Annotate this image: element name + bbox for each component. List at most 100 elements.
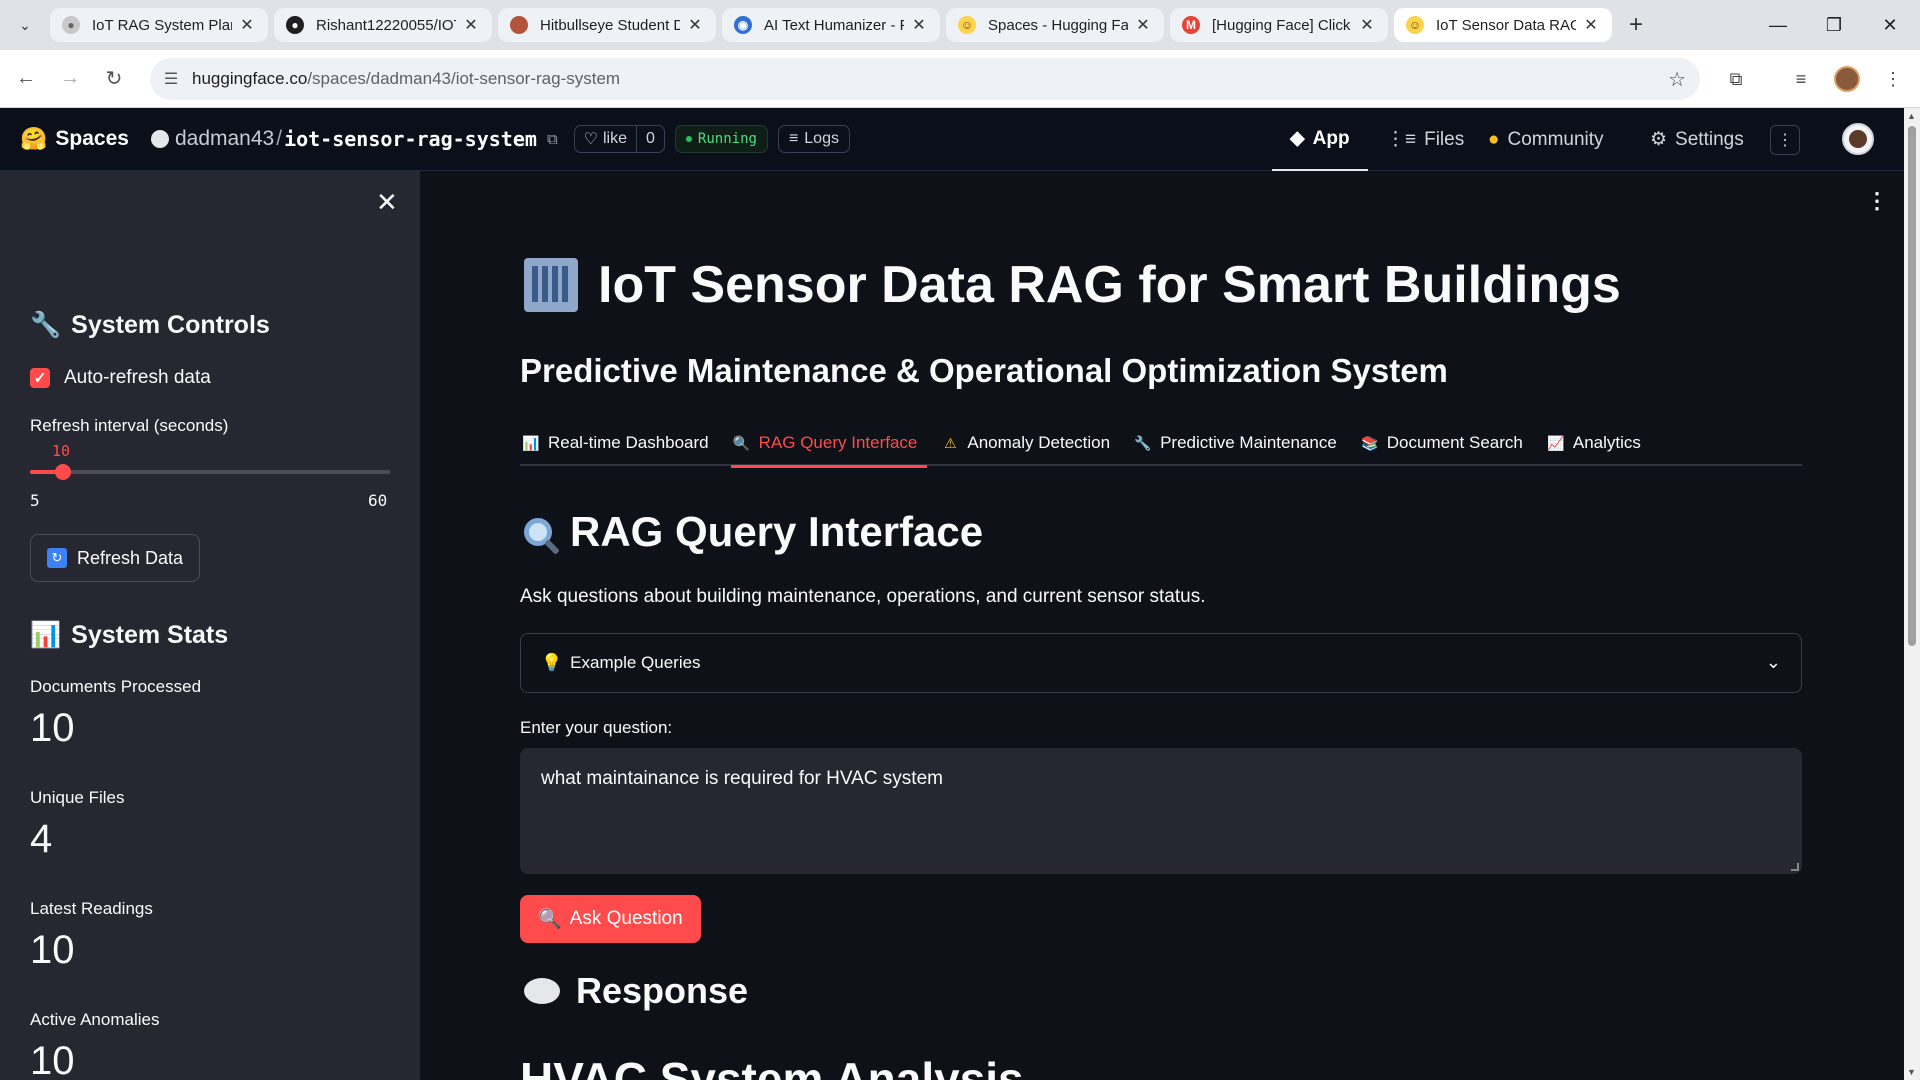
cube-icon: ◆ bbox=[1290, 128, 1305, 149]
media-controls-icon[interactable]: ≡ bbox=[1782, 60, 1820, 98]
browser-tab[interactable]: Hitbullseye Student D ✕ bbox=[498, 8, 716, 42]
logs-button[interactable]: ≡ Logs bbox=[777, 125, 850, 153]
tab-files[interactable]: ⋮≡ Files bbox=[1368, 108, 1482, 171]
close-tab-icon[interactable]: ✕ bbox=[910, 15, 928, 35]
metric-label: Documents Processed bbox=[30, 677, 202, 696]
owner-avatar bbox=[150, 130, 169, 148]
close-tab-icon[interactable]: ✕ bbox=[1582, 15, 1600, 35]
close-tab-icon[interactable]: ✕ bbox=[462, 15, 480, 35]
close-tab-icon[interactable]: ✕ bbox=[1134, 15, 1152, 35]
tab-rag-query-interface[interactable]: 🔍 RAG Query Interface bbox=[730, 420, 928, 468]
warning-icon: ⚠ bbox=[944, 434, 957, 451]
bar-chart-icon: 📊 bbox=[522, 434, 540, 451]
restore-icon[interactable]: ❐ bbox=[1806, 0, 1862, 50]
slider-value: 10 bbox=[52, 442, 71, 460]
chrome-profile-avatar[interactable] bbox=[1828, 60, 1866, 98]
wrench-icon: 🔧 bbox=[30, 311, 62, 339]
close-tab-icon[interactable]: ✕ bbox=[1358, 15, 1376, 35]
logs-icon: ≡ bbox=[788, 130, 799, 147]
huggingface-header: 🤗 Spaces dadman43 / iot-sensor-rag-syste… bbox=[0, 108, 1904, 171]
status-dot-icon bbox=[685, 136, 692, 142]
refresh-data-button[interactable]: ↻ Refresh Data bbox=[30, 534, 201, 582]
scroll-down-icon[interactable]: ▼ bbox=[1907, 1067, 1916, 1077]
scroll-thumb[interactable] bbox=[1908, 126, 1916, 646]
browser-toolbar: ← → ↻ ☰ huggingface.co/spaces/dadman43/i… bbox=[0, 50, 1920, 108]
question-label: Enter your question: bbox=[520, 718, 673, 737]
tab-analytics[interactable]: 📈 Analytics bbox=[1545, 420, 1651, 466]
response-heading: Response bbox=[524, 970, 748, 1012]
user-avatar[interactable] bbox=[1842, 123, 1874, 155]
resize-handle-icon[interactable] bbox=[1791, 863, 1799, 871]
copy-icon[interactable]: ⧉ bbox=[547, 131, 558, 148]
globe-icon: ◉ bbox=[734, 16, 752, 34]
gmail-icon: M bbox=[1182, 16, 1200, 34]
line-chart-icon: 📈 bbox=[1547, 434, 1565, 451]
spaces-link[interactable]: Spaces bbox=[55, 127, 129, 151]
files-icon: ⋮≡ bbox=[1386, 129, 1417, 150]
site-info-icon[interactable]: ☰ bbox=[150, 69, 192, 89]
huggingface-logo-icon[interactable]: 🤗 bbox=[20, 126, 47, 152]
owner-link[interactable]: dadman43 bbox=[175, 127, 274, 151]
refresh-icon: ↻ bbox=[47, 548, 67, 568]
page-title: IoT Sensor Data RAG for Smart Buildings bbox=[524, 255, 1621, 315]
tab-search-dropdown-icon[interactable]: ⌄ bbox=[0, 0, 50, 50]
metric-value: 10 bbox=[30, 706, 75, 750]
example-queries-expander[interactable]: 💡 Example Queries ⌄ bbox=[520, 633, 1802, 693]
chrome-menu-icon[interactable]: ⋮ bbox=[1874, 60, 1912, 98]
reload-icon[interactable]: ↻ bbox=[96, 61, 132, 97]
community-icon: ● bbox=[1488, 128, 1500, 150]
ask-question-button[interactable]: 🔍 Ask Question bbox=[520, 895, 701, 943]
huggingface-icon: ☺ bbox=[958, 16, 976, 34]
new-tab-icon[interactable]: + bbox=[1618, 8, 1654, 42]
section-description: Ask questions about building maintenance… bbox=[520, 586, 1206, 607]
app-menu-icon[interactable]: ⋮ bbox=[1866, 188, 1888, 214]
close-tab-icon[interactable]: ✕ bbox=[686, 15, 704, 35]
back-icon[interactable]: ← bbox=[8, 61, 44, 97]
magnifier-icon: 🔍 bbox=[538, 909, 562, 930]
browser-tab[interactable]: ● IoT RAG System Plan ✕ bbox=[50, 8, 268, 42]
slider-thumb[interactable] bbox=[54, 464, 71, 480]
tab-document-search[interactable]: 📚 Document Search bbox=[1359, 420, 1533, 466]
magnifier-icon: 🔍 bbox=[732, 434, 751, 451]
tab-anomaly-detection[interactable]: ⚠ Anomaly Detection bbox=[939, 420, 1120, 466]
metric-label: Unique Files bbox=[30, 788, 125, 807]
url-text: huggingface.co/spaces/dadman43/iot-senso… bbox=[192, 69, 621, 88]
metric-label: Latest Readings bbox=[30, 899, 153, 918]
app-tabs: 📊 Real-time Dashboard 🔍 RAG Query Interfac… bbox=[520, 420, 1802, 468]
auto-refresh-checkbox[interactable]: ✓ Auto-refresh data bbox=[30, 367, 211, 389]
tab-app[interactable]: ◆ App bbox=[1272, 108, 1368, 171]
more-options-icon[interactable]: ⋮ bbox=[1770, 125, 1800, 155]
wrench-icon: 🔧 bbox=[1134, 434, 1152, 451]
repo-link[interactable]: iot-sensor-rag-system bbox=[284, 127, 537, 151]
extensions-icon[interactable]: ⧉ bbox=[1717, 60, 1755, 98]
close-window-icon[interactable]: ✕ bbox=[1862, 0, 1918, 50]
minimize-icon[interactable]: — bbox=[1750, 0, 1806, 50]
browser-tab[interactable]: ☺ Spaces - Hugging Fa ✕ bbox=[946, 8, 1164, 42]
like-button[interactable]: ♡ like 0 bbox=[573, 125, 665, 153]
browser-tab-active[interactable]: ☺ IoT Sensor Data RAG ✕ bbox=[1394, 8, 1612, 42]
scroll-up-icon[interactable]: ▲ bbox=[1907, 111, 1916, 121]
claude-icon: ● bbox=[62, 16, 80, 34]
metric-value: 10 bbox=[30, 928, 75, 972]
address-bar[interactable]: ☰ huggingface.co/spaces/dadman43/iot-sen… bbox=[150, 58, 1700, 100]
tab-settings[interactable]: ⚙ Settings bbox=[1632, 108, 1762, 171]
close-tab-icon[interactable]: ✕ bbox=[238, 15, 256, 35]
like-count: 0 bbox=[636, 126, 664, 152]
browser-tab[interactable]: ● Rishant12220055/IOT ✕ bbox=[274, 8, 492, 42]
bookmark-star-icon[interactable]: ☆ bbox=[1668, 67, 1686, 92]
tab-community[interactable]: ● Community bbox=[1470, 108, 1622, 171]
question-textarea[interactable]: what maintainance is required for HVAC s… bbox=[520, 748, 1802, 874]
close-sidebar-icon[interactable]: ✕ bbox=[376, 187, 398, 218]
page-scrollbar[interactable]: ▲ ▼ bbox=[1904, 108, 1920, 1080]
refresh-interval-slider[interactable] bbox=[30, 464, 390, 480]
browser-tab[interactable]: M [Hugging Face] Click ✕ bbox=[1170, 8, 1388, 42]
tab-predictive-maintenance[interactable]: 🔧 Predictive Maintenance bbox=[1132, 420, 1347, 466]
status-badge[interactable]: Running bbox=[674, 125, 768, 153]
browser-tab[interactable]: ◉ AI Text Humanizer - F ✕ bbox=[722, 8, 940, 42]
slider-max-label: 60 bbox=[368, 491, 388, 510]
student-avatar-icon bbox=[510, 16, 528, 34]
forward-icon[interactable]: → bbox=[52, 61, 88, 97]
tab-realtime-dashboard[interactable]: 📊 Real-time Dashboard bbox=[520, 420, 719, 466]
checkmark-icon: ✓ bbox=[30, 368, 50, 388]
lightbulb-icon: 💡 bbox=[541, 653, 563, 672]
